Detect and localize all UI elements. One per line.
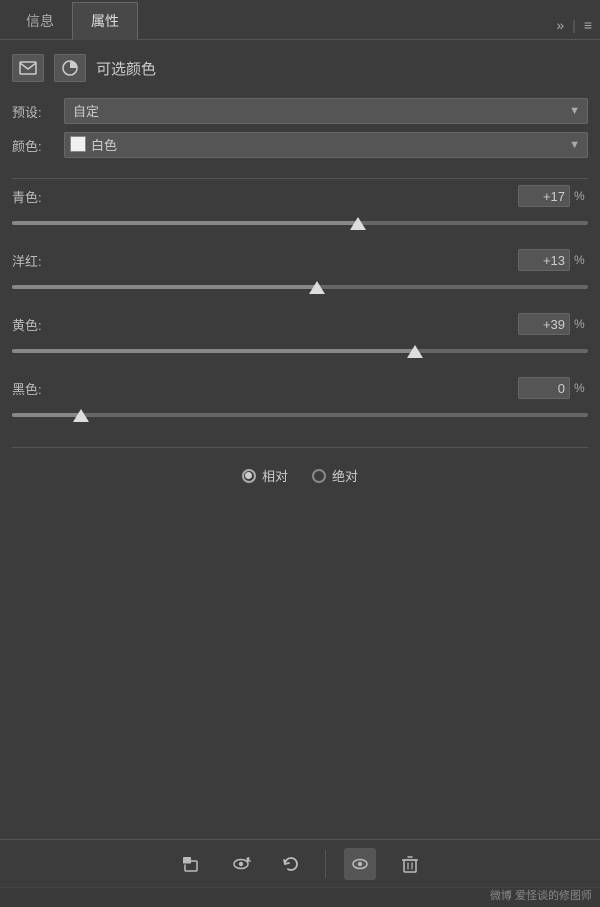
- cyan-thumb[interactable]: [350, 217, 366, 230]
- tab-bar: 信息 属性 » | ≡: [0, 0, 600, 40]
- yellow-label: 黄色:: [12, 315, 64, 334]
- circle-icon-btn[interactable]: [54, 54, 86, 82]
- black-thumb[interactable]: [73, 409, 89, 422]
- black-fill: [12, 413, 81, 417]
- cyan-track-wrap[interactable]: [12, 211, 588, 235]
- yellow-track-wrap[interactable]: [12, 339, 588, 363]
- delete-btn[interactable]: [394, 848, 426, 880]
- panel-content: 可选颜色 预设: 自定 ▼ 颜色: 白色 ▼: [0, 40, 600, 839]
- panel-title: 可选颜色: [96, 58, 156, 79]
- visibility-btn[interactable]: [344, 848, 376, 880]
- spacer: [12, 485, 588, 825]
- color-row: 颜色: 白色 ▼: [12, 132, 588, 158]
- magenta-unit: %: [574, 253, 588, 267]
- bottom-toolbar: [0, 839, 600, 887]
- black-track-wrap[interactable]: [12, 403, 588, 427]
- magenta-fill: [12, 285, 317, 289]
- watermark: 微博 爱怪谈的修图师: [490, 887, 592, 903]
- radio-group: 相对 绝对: [12, 466, 588, 485]
- cyan-fill: [12, 221, 358, 225]
- magenta-track: [12, 285, 588, 289]
- menu-icon[interactable]: ≡: [584, 17, 592, 33]
- cyan-label: 青色:: [12, 187, 64, 206]
- radio-relative[interactable]: 相对: [242, 466, 288, 485]
- black-track: [12, 413, 588, 417]
- yellow-slider-header: 黄色: %: [12, 313, 588, 335]
- radio-absolute[interactable]: 绝对: [312, 466, 358, 485]
- magenta-track-wrap[interactable]: [12, 275, 588, 299]
- color-select[interactable]: 白色: [64, 132, 588, 158]
- black-value-wrap: %: [518, 377, 588, 399]
- color-select-wrapper: 白色 ▼: [64, 132, 588, 158]
- mask-icon-btn[interactable]: [12, 54, 44, 82]
- radio-absolute-circle: [312, 469, 326, 483]
- preset-select[interactable]: 自定: [64, 98, 588, 124]
- preset-row: 预设: 自定 ▼: [12, 98, 588, 124]
- cyan-slider-header: 青色: %: [12, 185, 588, 207]
- cyan-track: [12, 221, 588, 225]
- black-slider-section: 黑色: %: [12, 377, 588, 427]
- magenta-label: 洋红:: [12, 251, 64, 270]
- yellow-unit: %: [574, 317, 588, 331]
- magenta-value-wrap: %: [518, 249, 588, 271]
- clip-to-layer-btn[interactable]: [175, 848, 207, 880]
- color-label: 颜色:: [12, 136, 64, 155]
- view-previous-btn[interactable]: [225, 848, 257, 880]
- tab-actions: » | ≡: [556, 17, 592, 39]
- divider-1: [12, 178, 588, 179]
- tab-info[interactable]: 信息: [8, 3, 72, 39]
- main-panel: 信息 属性 » | ≡ 可选颜色: [0, 0, 600, 907]
- magenta-slider-section: 洋红: %: [12, 249, 588, 299]
- cyan-value-wrap: %: [518, 185, 588, 207]
- yellow-fill: [12, 349, 415, 353]
- radio-relative-label: 相对: [262, 466, 288, 485]
- reset-btn[interactable]: [275, 848, 307, 880]
- yellow-value-wrap: %: [518, 313, 588, 335]
- black-unit: %: [574, 381, 588, 395]
- cyan-value-input[interactable]: [518, 185, 570, 207]
- yellow-value-input[interactable]: [518, 313, 570, 335]
- toolbar-separator: [325, 850, 326, 878]
- black-label: 黑色:: [12, 379, 64, 398]
- magenta-value-input[interactable]: [518, 249, 570, 271]
- radio-relative-dot: [245, 472, 252, 479]
- preset-label: 预设:: [12, 102, 64, 121]
- magenta-slider-header: 洋红: %: [12, 249, 588, 271]
- expand-icon[interactable]: »: [556, 17, 564, 33]
- radio-absolute-label: 绝对: [332, 466, 358, 485]
- yellow-slider-section: 黄色: %: [12, 313, 588, 363]
- black-value-input[interactable]: [518, 377, 570, 399]
- magenta-thumb[interactable]: [309, 281, 325, 294]
- yellow-thumb[interactable]: [407, 345, 423, 358]
- cyan-unit: %: [574, 189, 588, 203]
- divider-2: [12, 447, 588, 448]
- cyan-slider-section: 青色: %: [12, 185, 588, 235]
- radio-relative-circle: [242, 469, 256, 483]
- tab-properties[interactable]: 属性: [72, 2, 138, 40]
- preset-select-wrapper: 自定 ▼: [64, 98, 588, 124]
- yellow-track: [12, 349, 588, 353]
- header-row: 可选颜色: [12, 54, 588, 82]
- black-slider-header: 黑色: %: [12, 377, 588, 399]
